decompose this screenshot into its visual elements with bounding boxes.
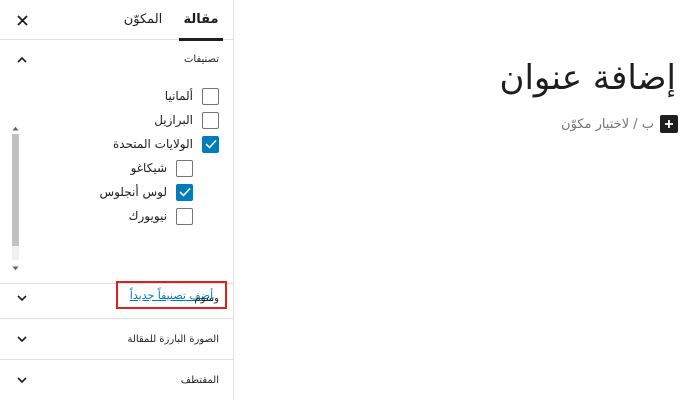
excerpt-panel-header[interactable]: المقتطف	[0, 360, 233, 400]
checkmark-icon	[204, 139, 217, 149]
category-checkbox[interactable]	[176, 159, 193, 177]
checkmark-icon	[178, 187, 191, 197]
close-sidebar-button[interactable]	[12, 10, 32, 30]
chevron-up-icon	[16, 53, 28, 65]
block-appender[interactable]: ب / لاختيار مكوّن	[561, 114, 678, 134]
tab-post[interactable]: مقالة	[179, 0, 223, 41]
block-prompt-text: ب / لاختيار مكوّن	[561, 116, 654, 132]
tab-block[interactable]: المكوّن	[121, 0, 165, 40]
close-icon	[16, 14, 28, 26]
chevron-down-icon	[16, 375, 28, 387]
category-label: ألمانيا	[164, 89, 193, 103]
category-item[interactable]: شيكاغو	[11, 156, 233, 180]
category-item[interactable]: نيويورك	[11, 204, 233, 228]
categories-panel-title: تصنيفات	[183, 53, 219, 65]
settings-sidebar: مقالة المكوّن تصنيفات ألمانيا البرازيل ا…	[0, 0, 234, 400]
featured-image-panel-header[interactable]: الصورة البارزة للمقالة	[0, 319, 233, 360]
categories-list: ألمانيا البرازيل الولايات المتحدة شيكاغو	[11, 78, 233, 233]
category-checkbox[interactable]	[176, 183, 193, 201]
featured-image-panel-title: الصورة البارزة للمقالة	[127, 334, 219, 345]
category-label: شيكاغو	[130, 161, 167, 175]
excerpt-panel-title: المقتطف	[180, 375, 219, 386]
chevron-down-icon	[16, 293, 28, 305]
tags-panel: وسوم	[0, 278, 233, 319]
category-label: لوس أنجلوس	[99, 185, 167, 199]
categories-panel: تصنيفات ألمانيا البرازيل الولايات المتحد…	[0, 40, 233, 309]
plus-icon	[665, 120, 673, 128]
add-block-button[interactable]	[660, 115, 678, 133]
tags-panel-header[interactable]: وسوم	[0, 278, 233, 319]
editor-canvas: إضافة عنوان ب / لاختيار مكوّن	[234, 0, 700, 400]
category-item[interactable]: البرازيل	[11, 108, 233, 132]
sidebar-tabs: مقالة المكوّن	[0, 0, 233, 41]
featured-image-panel: الصورة البارزة للمقالة	[0, 319, 233, 360]
category-label: البرازيل	[154, 113, 193, 127]
category-item[interactable]: ألمانيا	[11, 84, 233, 108]
post-title-field[interactable]: إضافة عنوان	[500, 58, 677, 98]
scroll-thumb[interactable]	[12, 134, 19, 246]
chevron-down-icon	[16, 334, 28, 346]
scroll-up-arrow-icon[interactable]	[11, 124, 20, 132]
excerpt-panel: المقتطف	[0, 360, 233, 400]
category-checkbox[interactable]	[176, 207, 193, 225]
category-item[interactable]: لوس أنجلوس	[11, 180, 233, 204]
category-checkbox[interactable]	[202, 135, 219, 153]
category-label: نيويورك	[128, 209, 167, 223]
tags-panel-title: وسوم	[194, 293, 219, 304]
scroll-down-arrow-icon[interactable]	[11, 264, 20, 272]
category-checkbox[interactable]	[202, 87, 219, 105]
categories-scrollbar[interactable]	[10, 124, 20, 272]
category-item[interactable]: الولايات المتحدة	[11, 132, 233, 156]
categories-panel-header[interactable]: تصنيفات	[0, 40, 233, 78]
category-label: الولايات المتحدة	[112, 137, 193, 151]
category-checkbox[interactable]	[202, 111, 219, 129]
